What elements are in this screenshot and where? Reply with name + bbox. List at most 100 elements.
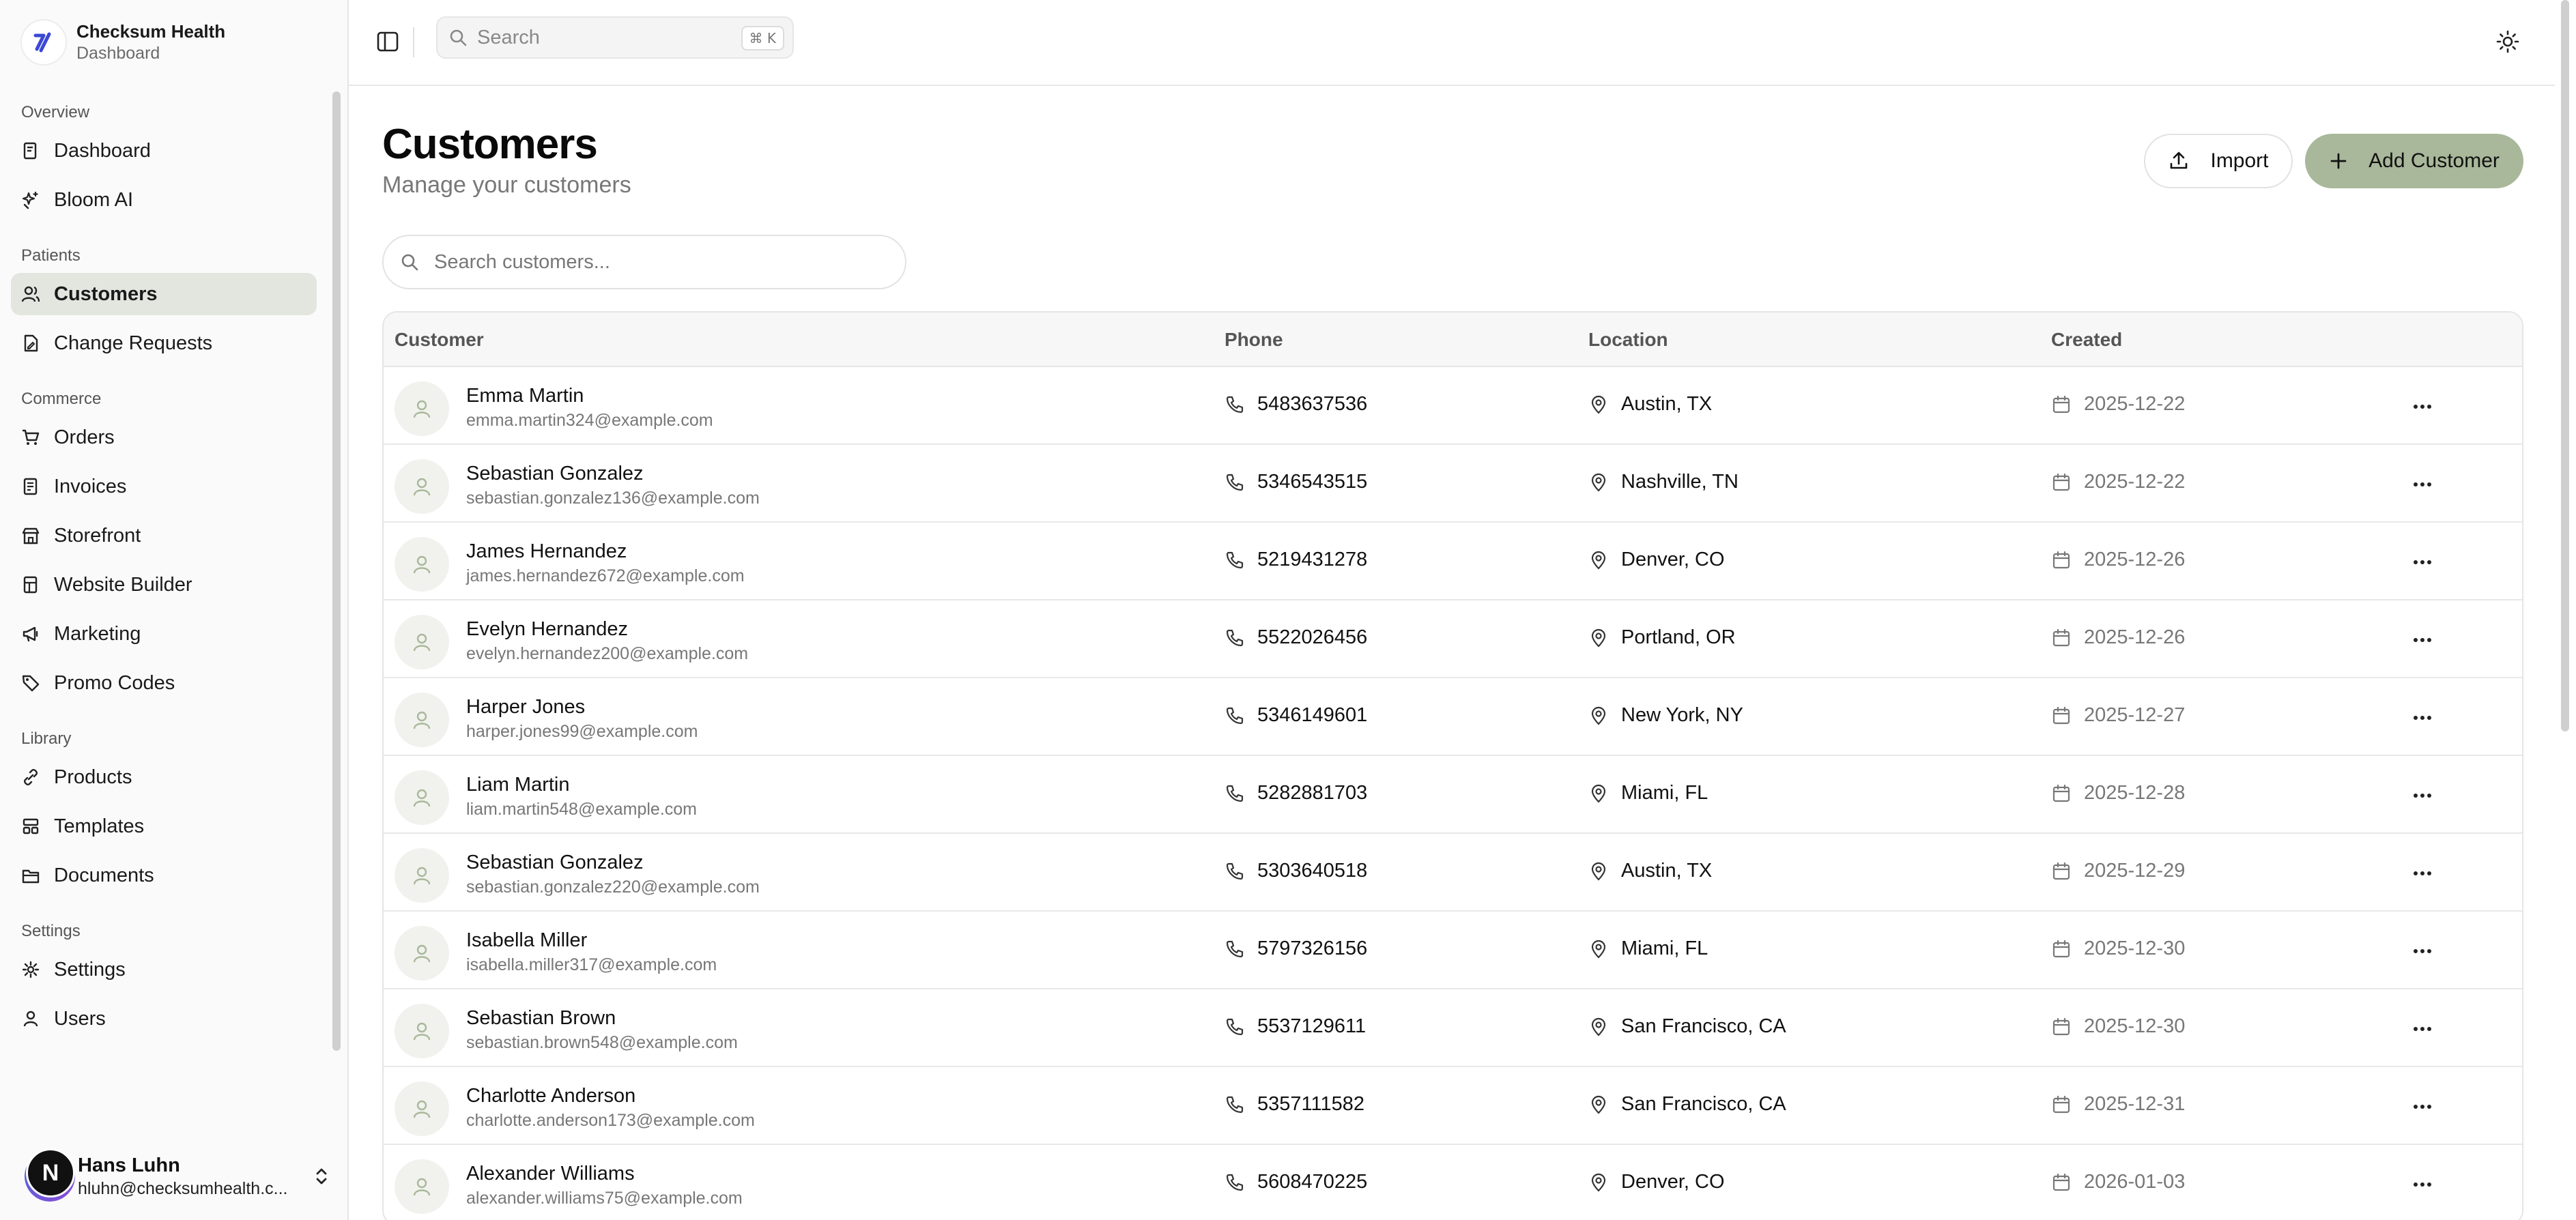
row-actions-button[interactable]	[2406, 1090, 2439, 1123]
table-row[interactable]: Emma Martin emma.martin324@example.com 5…	[384, 367, 2522, 445]
sidebar-item-invoices[interactable]: Invoices	[11, 465, 317, 508]
row-actions-button[interactable]	[2406, 779, 2439, 812]
sidebar-item-label: Documents	[54, 864, 154, 886]
row-actions-button[interactable]	[2406, 857, 2439, 890]
brand-logo-icon	[33, 32, 51, 53]
column-header-phone[interactable]: Phone	[1225, 329, 1283, 351]
brand-subtitle: Dashboard	[76, 43, 160, 63]
user-icon	[413, 555, 431, 574]
customer-created-date: 2025-12-30	[2084, 1015, 2186, 1037]
table-row[interactable]: Isabella Miller isabella.miller317@examp…	[384, 912, 2522, 989]
customer-email: harper.jones99@example.com	[466, 721, 698, 741]
row-actions-button[interactable]	[2406, 1168, 2439, 1201]
customer-name[interactable]: Charlotte Anderson	[466, 1084, 755, 1109]
sidebar-item-website-builder[interactable]: Website Builder	[11, 564, 317, 606]
created-cell: 2025-12-29	[2051, 860, 2185, 882]
phone-icon	[1226, 551, 1244, 568]
customer-cell: Emma Martin emma.martin324@example.com	[466, 383, 713, 431]
sidebar-item-label: Marketing	[54, 622, 141, 645]
customer-email: james.hernandez672@example.com	[466, 566, 745, 585]
import-button[interactable]: Import	[2144, 134, 2293, 188]
table-row[interactable]: Alexander Williams alexander.williams75@…	[384, 1145, 2522, 1220]
table-row[interactable]: Harper Jones harper.jones99@example.com …	[384, 678, 2522, 756]
sidebar-nav: Overview Dashboard Bloom AI Patients Cus…	[11, 96, 317, 1058]
row-actions-button[interactable]	[2406, 546, 2439, 579]
phone-icon	[1226, 396, 1244, 413]
row-actions-button[interactable]	[2406, 390, 2439, 423]
row-actions-button[interactable]	[2406, 935, 2439, 968]
phone-icon	[1226, 474, 1244, 491]
column-header-location[interactable]: Location	[1588, 329, 1668, 351]
customer-name[interactable]: Alexander Williams	[466, 1161, 743, 1187]
phone-cell: 5346149601	[1225, 704, 1367, 727]
table-row[interactable]: Sebastian Brown sebastian.brown548@examp…	[384, 989, 2522, 1067]
sidebar-item-marketing[interactable]: Marketing	[11, 613, 317, 655]
search-shortcut-badge: ⌘ K	[741, 26, 784, 50]
sidebar-toggle-icon[interactable]	[376, 30, 399, 53]
table-row[interactable]: James Hernandez james.hernandez672@examp…	[384, 523, 2522, 600]
sidebar-item-bloom-ai[interactable]: Bloom AI	[11, 179, 317, 221]
customer-name[interactable]: Emma Martin	[466, 383, 713, 409]
phone-cell: 5537129611	[1225, 1015, 1366, 1038]
sidebar-item-templates[interactable]: Templates	[11, 805, 317, 847]
sidebar-item-orders[interactable]: Orders	[11, 416, 317, 459]
table-row[interactable]: Sebastian Gonzalez sebastian.gonzalez220…	[384, 834, 2522, 912]
add-customer-button[interactable]: Add Customer	[2305, 134, 2523, 188]
customer-avatar	[395, 1081, 449, 1136]
customer-phone: 5797326156	[1257, 938, 1368, 959]
column-header-customer[interactable]: Customer	[395, 329, 484, 351]
row-actions-button[interactable]	[2406, 624, 2439, 656]
calendar-icon	[2052, 1095, 2070, 1113]
customer-name[interactable]: Harper Jones	[466, 695, 698, 721]
table-row[interactable]: Liam Martin liam.martin548@example.com 5…	[384, 756, 2522, 834]
gear-icon	[22, 961, 40, 978]
sidebar-item-dashboard[interactable]: Dashboard	[11, 130, 317, 172]
row-actions-button[interactable]	[2406, 468, 2439, 501]
row-actions-button[interactable]	[2406, 1013, 2439, 1045]
sidebar-item-customers[interactable]: Customers	[11, 273, 317, 315]
customer-search-input[interactable]: Search customers...	[382, 235, 906, 289]
table-row[interactable]: Sebastian Gonzalez sebastian.gonzalez136…	[384, 445, 2522, 523]
phone-icon	[1226, 1174, 1244, 1191]
global-search-placeholder: Search	[477, 26, 540, 48]
sidebar-item-documents[interactable]: Documents	[11, 854, 317, 897]
customer-name[interactable]: Sebastian Gonzalez	[466, 850, 760, 876]
table-row[interactable]: Charlotte Anderson charlotte.anderson173…	[384, 1067, 2522, 1145]
brand-logo	[20, 19, 67, 66]
location-cell: Miami, FL	[1588, 938, 1708, 960]
customer-name[interactable]: Sebastian Brown	[466, 1006, 738, 1032]
customer-location: Denver, CO	[1621, 1171, 1725, 1193]
sun-icon[interactable]	[2496, 30, 2519, 53]
global-search-input[interactable]: Search ⌘ K	[436, 16, 794, 59]
user-email: hluhn@checksumhealth.c...	[78, 1178, 288, 1198]
customer-name[interactable]: Isabella Miller	[466, 928, 717, 954]
sidebar-item-promo-codes[interactable]: Promo Codes	[11, 662, 317, 704]
customer-name[interactable]: Sebastian Gonzalez	[466, 461, 760, 487]
customer-cell: Liam Martin liam.martin548@example.com	[466, 772, 697, 820]
sidebar-item-storefront[interactable]: Storefront	[11, 514, 317, 557]
customer-email: sebastian.gonzalez220@example.com	[466, 877, 760, 897]
sidebar-item-users[interactable]: Users	[11, 998, 317, 1040]
location-cell: Miami, FL	[1588, 782, 1708, 804]
sparkles-icon	[22, 191, 38, 209]
table-row[interactable]: Evelyn Hernandez evelyn.hernandez200@exa…	[384, 600, 2522, 678]
customer-avatar	[395, 381, 449, 436]
sidebar-item-label: Templates	[54, 815, 145, 837]
brand[interactable]: Checksum Health Dashboard	[20, 19, 225, 66]
column-header-created[interactable]: Created	[2051, 329, 2122, 351]
map-pin-icon	[1591, 473, 1606, 492]
main-scrollbar[interactable]	[2561, 0, 2569, 731]
sidebar-item-settings[interactable]: Settings	[11, 948, 317, 991]
created-cell: 2025-12-26	[2051, 626, 2185, 649]
customer-name[interactable]: Liam Martin	[466, 772, 697, 798]
customer-name[interactable]: James Hernandez	[466, 539, 745, 565]
nav-group: Overview Dashboard Bloom AI	[11, 96, 317, 221]
customer-name[interactable]: Evelyn Hernandez	[466, 617, 748, 643]
chevron-up-down-icon[interactable]	[314, 1165, 329, 1187]
row-actions-button[interactable]	[2406, 701, 2439, 734]
sidebar-item-products[interactable]: Products	[11, 756, 317, 798]
sidebar-item-change-requests[interactable]: Change Requests	[11, 322, 317, 364]
add-customer-button-label: Add Customer	[2369, 149, 2500, 172]
sidebar-scrollbar[interactable]	[332, 91, 341, 1051]
user-menu[interactable]: N Hans Luhn hluhn@checksumhealth.c...	[0, 1133, 347, 1220]
